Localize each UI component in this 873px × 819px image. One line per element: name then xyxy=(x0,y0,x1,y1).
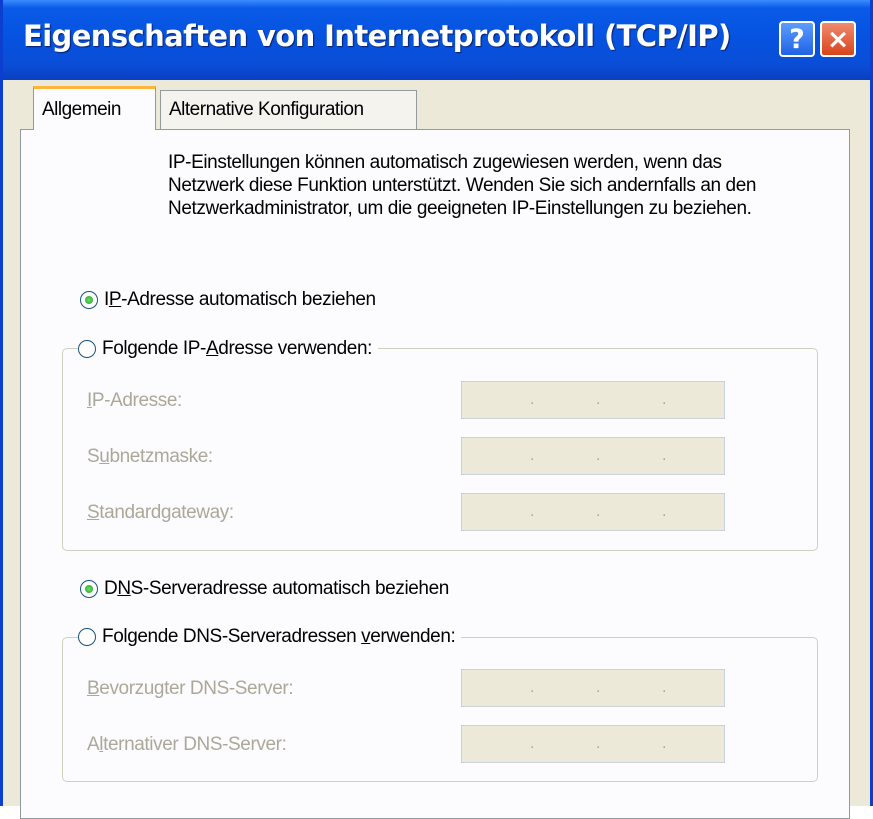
alternate-dns-input[interactable]: ... xyxy=(461,725,725,763)
subnet-mask-label: Subnetzmaske: xyxy=(87,446,213,467)
radio-checked-icon xyxy=(80,291,98,309)
tab-alternative-konfiguration[interactable]: Alternative Konfiguration xyxy=(160,90,417,130)
ip-auto-label: IP-Adresse automatisch beziehen xyxy=(104,289,376,310)
tab-allgemein[interactable]: Allgemein xyxy=(33,86,156,130)
title-bar[interactable]: Eigenschaften von Internetprotokoll (TCP… xyxy=(3,0,870,80)
radio-unchecked-icon xyxy=(78,340,96,358)
ip-address-input[interactable]: ... xyxy=(461,381,725,419)
radio-unchecked-icon xyxy=(78,628,96,646)
window-title: Eigenschaften von Internetprotokoll (TCP… xyxy=(23,19,731,53)
ip-manual-radio[interactable]: Folgende IP-Adresse verwenden: xyxy=(78,338,379,360)
preferred-dns-label: Bevorzugter DNS-Server: xyxy=(87,678,294,699)
dns-manual-radio[interactable]: Folgende DNS-Serveradressen verwenden: xyxy=(78,626,462,648)
ip-manual-label: Folgende IP-Adresse verwenden: xyxy=(102,338,373,359)
radio-checked-icon xyxy=(80,580,98,598)
help-button[interactable]: ? xyxy=(779,21,815,57)
ip-auto-radio[interactable]: IP-Adresse automatisch beziehen xyxy=(80,289,382,311)
subnet-mask-input[interactable]: ... xyxy=(461,437,725,475)
dns-auto-label: DNS-Serveradresse automatisch beziehen xyxy=(104,578,449,599)
dns-manual-label: Folgende DNS-Serveradressen verwenden: xyxy=(102,626,456,647)
dns-auto-radio[interactable]: DNS-Serveradresse automatisch beziehen xyxy=(80,578,455,600)
close-button[interactable]: × xyxy=(820,21,856,57)
description-text: IP-Einstellungen können automatisch zuge… xyxy=(168,152,757,219)
default-gateway-input[interactable]: ... xyxy=(461,493,725,531)
preferred-dns-input[interactable]: ... xyxy=(461,669,725,707)
ip-address-label: IP-Adresse: xyxy=(87,390,182,411)
alternate-dns-label: Alternativer DNS-Server: xyxy=(87,734,287,755)
default-gateway-label: Standardgateway: xyxy=(87,502,234,523)
